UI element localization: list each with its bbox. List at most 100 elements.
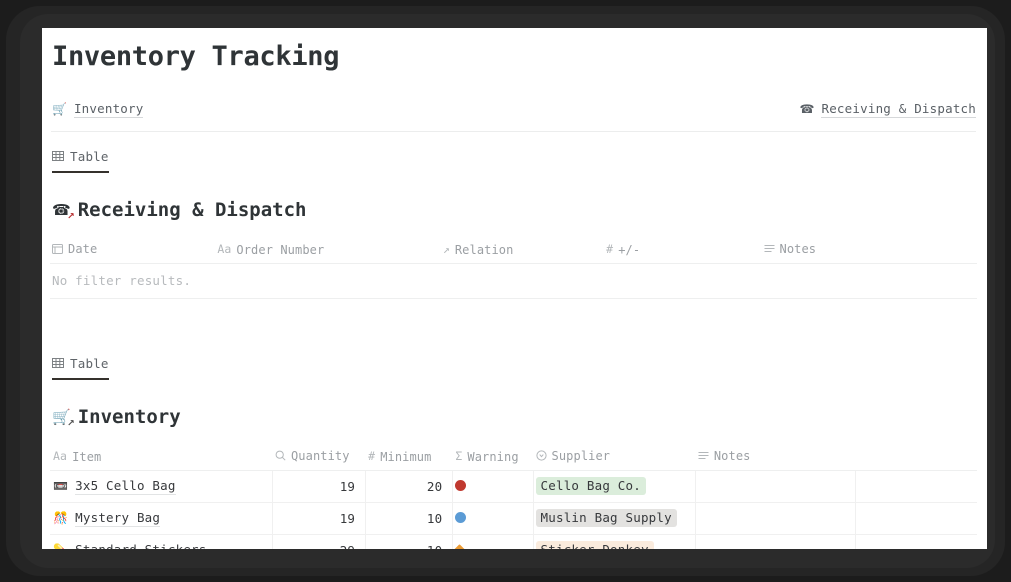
column-header-item[interactable]: Aa Item	[50, 443, 273, 472]
cell-warning[interactable]	[452, 534, 534, 549]
column-header-minimum[interactable]: # Minimum	[365, 443, 453, 472]
column-header-notes[interactable]: Notes	[761, 236, 977, 265]
column-header-supplier-label: Supplier	[551, 448, 611, 463]
column-header-supplier[interactable]: Supplier	[533, 443, 696, 472]
cell-supplier[interactable]: Muslin Bag Supply	[533, 502, 696, 536]
number-icon: #	[368, 449, 376, 464]
column-header-date-label: Date	[68, 241, 98, 256]
text-icon: Aa	[53, 449, 68, 464]
page-title: Inventory Tracking	[52, 41, 340, 72]
tabbar-baseline-inventory	[52, 378, 976, 380]
cell-quantity[interactable]: 29	[272, 534, 367, 549]
view-tabbar-inventory: Table	[50, 354, 977, 380]
cell-notes[interactable]	[695, 470, 857, 504]
table-row[interactable]: 💊 Standard Stickers 2910 Sticker Donkey	[50, 534, 977, 549]
page-surface: Inventory Tracking 🛒 Inventory ☎ Receivi…	[42, 28, 987, 549]
breadcrumb-row: 🛒 Inventory ☎ Receiving & Dispatch	[50, 87, 977, 131]
column-header-date[interactable]: Date	[50, 236, 216, 265]
relation-arrow-icon: ↗	[442, 242, 450, 257]
cell-notes[interactable]	[695, 502, 857, 536]
column-header-relation-label: Relation	[454, 243, 514, 258]
column-header-extra	[855, 443, 977, 472]
cell-quantity[interactable]: 19	[272, 470, 367, 504]
divider-under-breadcrumb	[51, 131, 976, 133]
blue-circle-icon	[455, 511, 467, 523]
supplier-tag: Muslin Bag Supply	[535, 509, 677, 528]
cell-minimum[interactable]: 10	[365, 502, 454, 536]
cell-notes[interactable]	[695, 534, 857, 549]
item-name: 3x5 Cello Bag	[75, 477, 176, 495]
column-header-plusminus[interactable]: # +/-	[604, 236, 762, 265]
database-heading-receiving-label: Receiving & Dispatch	[77, 198, 307, 221]
column-header-quantity-label: Quantity	[290, 448, 350, 463]
formula-sigma-icon: Σ	[455, 449, 463, 464]
table-header-row: Date Aa Order Number ↗ Relation # +/- No…	[50, 236, 977, 265]
confetti-ball-icon: 🎊	[53, 511, 69, 526]
table-row[interactable]: 📼 3x5 Cello Bag 19 20 Cello Bag Co.	[50, 470, 977, 504]
notes-lines-icon	[698, 450, 709, 461]
select-circle-icon	[535, 450, 547, 461]
tab-table-inventory-label: Table	[70, 355, 109, 371]
window-frame-inner: Inventory Tracking 🛒 Inventory ☎ Receivi…	[20, 14, 995, 568]
telephone-icon: ☎	[799, 102, 815, 117]
cell-warning[interactable]	[452, 470, 534, 504]
receiving-dispatch-table: Date Aa Order Number ↗ Relation # +/- No…	[50, 236, 977, 300]
column-header-order-number-label: Order Number	[236, 243, 325, 258]
rollup-magnifier-icon	[275, 450, 286, 461]
link-arrow-icon: ↗	[67, 212, 75, 223]
tab-table-inventory[interactable]: Table	[52, 356, 109, 380]
breadcrumb-receiving-dispatch-link[interactable]: ☎ Receiving & Dispatch	[800, 101, 976, 118]
item-name: Mystery Bag	[75, 509, 161, 527]
cell-extra[interactable]	[855, 470, 977, 504]
column-header-warning-label: Warning	[467, 450, 519, 465]
cell-item[interactable]: 🎊 Mystery Bag	[50, 502, 273, 536]
column-header-notes-label: Notes	[713, 448, 751, 463]
cell-minimum[interactable]: 10	[365, 534, 454, 549]
shopping-cart-icon: 🛒 ↗	[52, 408, 75, 430]
inventory-table: Aa Item Quantity # Minimum Σ Warning Sup…	[50, 443, 977, 549]
database-heading-inventory[interactable]: 🛒 ↗ Inventory	[50, 405, 977, 430]
database-heading-inventory-label: Inventory	[77, 405, 181, 428]
column-header-notes[interactable]: Notes	[695, 443, 856, 472]
view-tabbar-receiving: Table	[50, 147, 977, 173]
cell-extra[interactable]	[855, 502, 977, 536]
table-row[interactable]: 🎊 Mystery Bag 19 10 Muslin Bag Supply	[50, 502, 977, 536]
tabbar-baseline	[52, 171, 976, 173]
cell-supplier[interactable]: Sticker Donkey	[533, 534, 696, 549]
empty-state-message: No filter results.	[50, 263, 977, 300]
text-icon: Aa	[217, 242, 232, 257]
pill-icon: 💊	[53, 544, 68, 549]
cell-warning[interactable]	[452, 502, 534, 536]
cell-quantity[interactable]: 19	[272, 502, 367, 536]
cell-minimum[interactable]: 20	[365, 470, 454, 504]
calendar-icon	[52, 243, 63, 255]
tab-table-receiving-label: Table	[70, 148, 109, 164]
breadcrumb-receiving-dispatch-label: Receiving & Dispatch	[821, 100, 976, 118]
table-grid-icon	[52, 150, 64, 162]
column-header-plusminus-label: +/-	[618, 243, 641, 258]
cell-item[interactable]: 📼 3x5 Cello Bag	[50, 470, 273, 504]
column-header-warning[interactable]: Σ Warning	[452, 443, 534, 472]
cell-supplier[interactable]: Cello Bag Co.	[533, 470, 696, 504]
table-header-row: Aa Item Quantity # Minimum Σ Warning Sup…	[50, 443, 977, 472]
item-name: Standard Stickers	[75, 542, 206, 549]
orange-diamond-icon	[453, 544, 467, 549]
notes-lines-icon	[764, 243, 775, 254]
table-grid-icon	[52, 357, 64, 369]
videocassette-icon: 📼	[53, 479, 69, 494]
red-circle-icon	[455, 479, 467, 491]
cell-extra[interactable]	[855, 534, 977, 549]
breadcrumb-inventory-label: Inventory	[73, 100, 144, 118]
cell-item[interactable]: 💊 Standard Stickers	[50, 534, 273, 549]
column-header-order-number[interactable]: Aa Order Number	[215, 236, 441, 265]
supplier-tag: Sticker Donkey	[535, 541, 654, 549]
window-frame: Inventory Tracking 🛒 Inventory ☎ Receivi…	[6, 6, 1005, 576]
tab-table-receiving[interactable]: Table	[52, 149, 109, 173]
telephone-icon: ☎ ↗	[52, 201, 75, 223]
supplier-tag: Cello Bag Co.	[535, 477, 646, 496]
column-header-relation[interactable]: ↗ Relation	[440, 236, 605, 265]
breadcrumb-inventory-link[interactable]: 🛒 Inventory	[52, 100, 144, 118]
column-header-quantity[interactable]: Quantity	[272, 443, 366, 472]
link-arrow-icon: ↗	[67, 419, 75, 430]
database-heading-receiving[interactable]: ☎ ↗ Receiving & Dispatch	[50, 198, 977, 223]
